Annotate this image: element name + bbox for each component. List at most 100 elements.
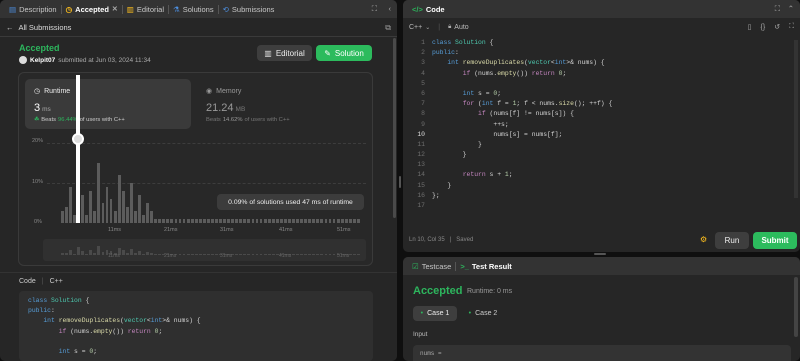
histogram-bar[interactable] [81, 195, 85, 223]
histogram-bar[interactable] [336, 219, 340, 223]
tab-solutions[interactable]: ⚗ Solutions [169, 0, 218, 18]
histogram-bar[interactable] [178, 219, 182, 223]
tab-code[interactable]: </> Code [408, 0, 449, 18]
histogram-bar[interactable] [356, 219, 360, 223]
histogram-bar[interactable] [65, 207, 68, 223]
histogram-bar[interactable] [239, 219, 243, 223]
maximize-icon[interactable]: ⛶ [775, 4, 780, 14]
tab-accepted[interactable]: ◷ Accepted ✕ [62, 0, 122, 18]
histogram-bar[interactable] [93, 211, 97, 223]
result-scrollbar[interactable] [794, 277, 798, 337]
histogram-bar[interactable] [174, 219, 178, 223]
histogram-bar[interactable] [121, 191, 125, 223]
reset-icon[interactable]: ↺ [774, 23, 780, 31]
histogram-bar[interactable] [316, 219, 320, 223]
histogram-bar[interactable] [235, 219, 239, 223]
histogram-bar[interactable] [109, 199, 113, 223]
run-button[interactable]: Run [715, 232, 749, 249]
close-icon[interactable]: ✕ [112, 5, 118, 13]
histogram-bar[interactable] [133, 211, 137, 223]
case-1-tab[interactable]: • Case 1 [413, 306, 457, 321]
histogram-bar[interactable] [89, 191, 93, 223]
histogram-bar[interactable] [190, 219, 194, 223]
braces-icon[interactable]: {} [761, 23, 766, 31]
histogram-bar[interactable] [324, 219, 328, 223]
histogram-bar[interactable] [247, 219, 251, 223]
language-select[interactable]: C++ ⌄ [409, 24, 430, 31]
histogram-bar[interactable] [320, 219, 324, 223]
histogram-bar[interactable] [202, 219, 206, 223]
histogram-bar[interactable] [296, 219, 299, 223]
histogram-bar[interactable] [146, 203, 149, 223]
histogram-bar[interactable] [85, 215, 89, 223]
histogram-bar[interactable] [348, 219, 352, 223]
histogram-bar[interactable] [138, 195, 141, 223]
histogram-bar[interactable] [312, 219, 316, 223]
histogram-bar[interactable] [166, 219, 170, 223]
case-2-tab[interactable]: • Case 2 [461, 306, 505, 321]
chevron-up-icon[interactable]: ⌃ [788, 4, 794, 13]
histogram-bar[interactable] [279, 219, 283, 223]
histogram-bar[interactable] [267, 219, 271, 223]
histogram-bar[interactable] [275, 219, 279, 223]
tab-test-result[interactable]: >_ Test Result [456, 257, 515, 275]
maximize-icon[interactable]: ⛶ [372, 4, 377, 14]
histogram-bar[interactable] [61, 211, 64, 223]
histogram-bar[interactable] [271, 219, 275, 223]
histogram-bar[interactable] [194, 219, 198, 223]
vertical-splitter[interactable] [399, 176, 401, 188]
chevron-left-icon[interactable]: ‹ [389, 4, 392, 13]
submit-button[interactable]: Submit [753, 232, 797, 249]
histogram-bar[interactable] [308, 219, 312, 223]
editorial-button[interactable]: ▥ Editorial [257, 45, 312, 61]
expand-icon[interactable]: ⛶ [789, 23, 794, 31]
runtime-box[interactable]: ◷ Runtime 3 ms ☘ Beats 96.44% of users with … [25, 79, 191, 129]
histogram-bar[interactable] [292, 219, 295, 223]
histogram-bar[interactable] [352, 219, 356, 223]
histogram-bar[interactable] [182, 219, 186, 223]
histogram-bar[interactable] [198, 219, 202, 223]
code-editor[interactable]: 1 class Solution {2 public: 3 int removeDup… [403, 38, 800, 209]
bookmark-icon[interactable]: ▯ [748, 23, 752, 31]
histogram-bar[interactable] [101, 203, 105, 223]
runtime-chart[interactable]: 20% 10% 0% 11ms 21ms 31ms 41ms 51ms 0.09… [19, 75, 374, 265]
scrollbar[interactable] [393, 38, 396, 218]
histogram-bar[interactable] [215, 219, 218, 223]
histogram-bar[interactable] [328, 219, 332, 223]
tab-testcase[interactable]: ☑ Testcase [408, 257, 455, 275]
histogram-bar[interactable] [129, 183, 133, 223]
histogram-bar[interactable] [154, 219, 158, 223]
histogram-bar[interactable] [251, 219, 255, 223]
horizontal-splitter[interactable] [594, 253, 606, 255]
tab-submissions[interactable]: ⟲ Submissions [219, 0, 279, 18]
tab-editorial[interactable]: ▥ Editorial [123, 0, 168, 18]
link-icon[interactable]: ⧉ [385, 23, 391, 33]
histogram-bar[interactable] [255, 219, 259, 223]
back-link[interactable]: ← All Submissions [6, 23, 71, 32]
histogram-bar[interactable] [304, 219, 308, 223]
histogram-bar[interactable] [142, 215, 145, 223]
editor-scrollbar[interactable] [794, 40, 798, 198]
histogram-bar[interactable] [170, 219, 174, 223]
histogram-bar[interactable] [219, 219, 222, 223]
histogram-bar[interactable] [283, 219, 287, 223]
solution-button[interactable]: ✎ Solution [316, 45, 372, 61]
histogram-bar[interactable] [162, 219, 166, 223]
histogram-bar[interactable] [243, 219, 247, 223]
histogram-bar[interactable] [105, 187, 109, 223]
histogram-bar[interactable] [263, 219, 267, 223]
histogram-bar[interactable] [231, 219, 235, 223]
histogram-bar[interactable] [340, 219, 344, 223]
histogram-bar[interactable] [259, 219, 263, 223]
histogram-bar[interactable] [150, 211, 154, 223]
tab-description[interactable]: ▤ Description [5, 0, 61, 18]
histogram-bar[interactable] [300, 219, 304, 223]
username[interactable]: Kelpit07 [30, 57, 55, 64]
range-slider[interactable]: 11ms 21ms 31ms 41ms 51ms [43, 239, 366, 261]
histogram-bar[interactable] [113, 211, 117, 223]
histogram-bar[interactable] [69, 187, 72, 223]
debug-icon[interactable]: ⚙ [700, 235, 707, 244]
histogram-bar[interactable] [332, 219, 336, 223]
histogram-bar[interactable] [227, 219, 231, 223]
histogram-bar[interactable] [186, 219, 190, 223]
